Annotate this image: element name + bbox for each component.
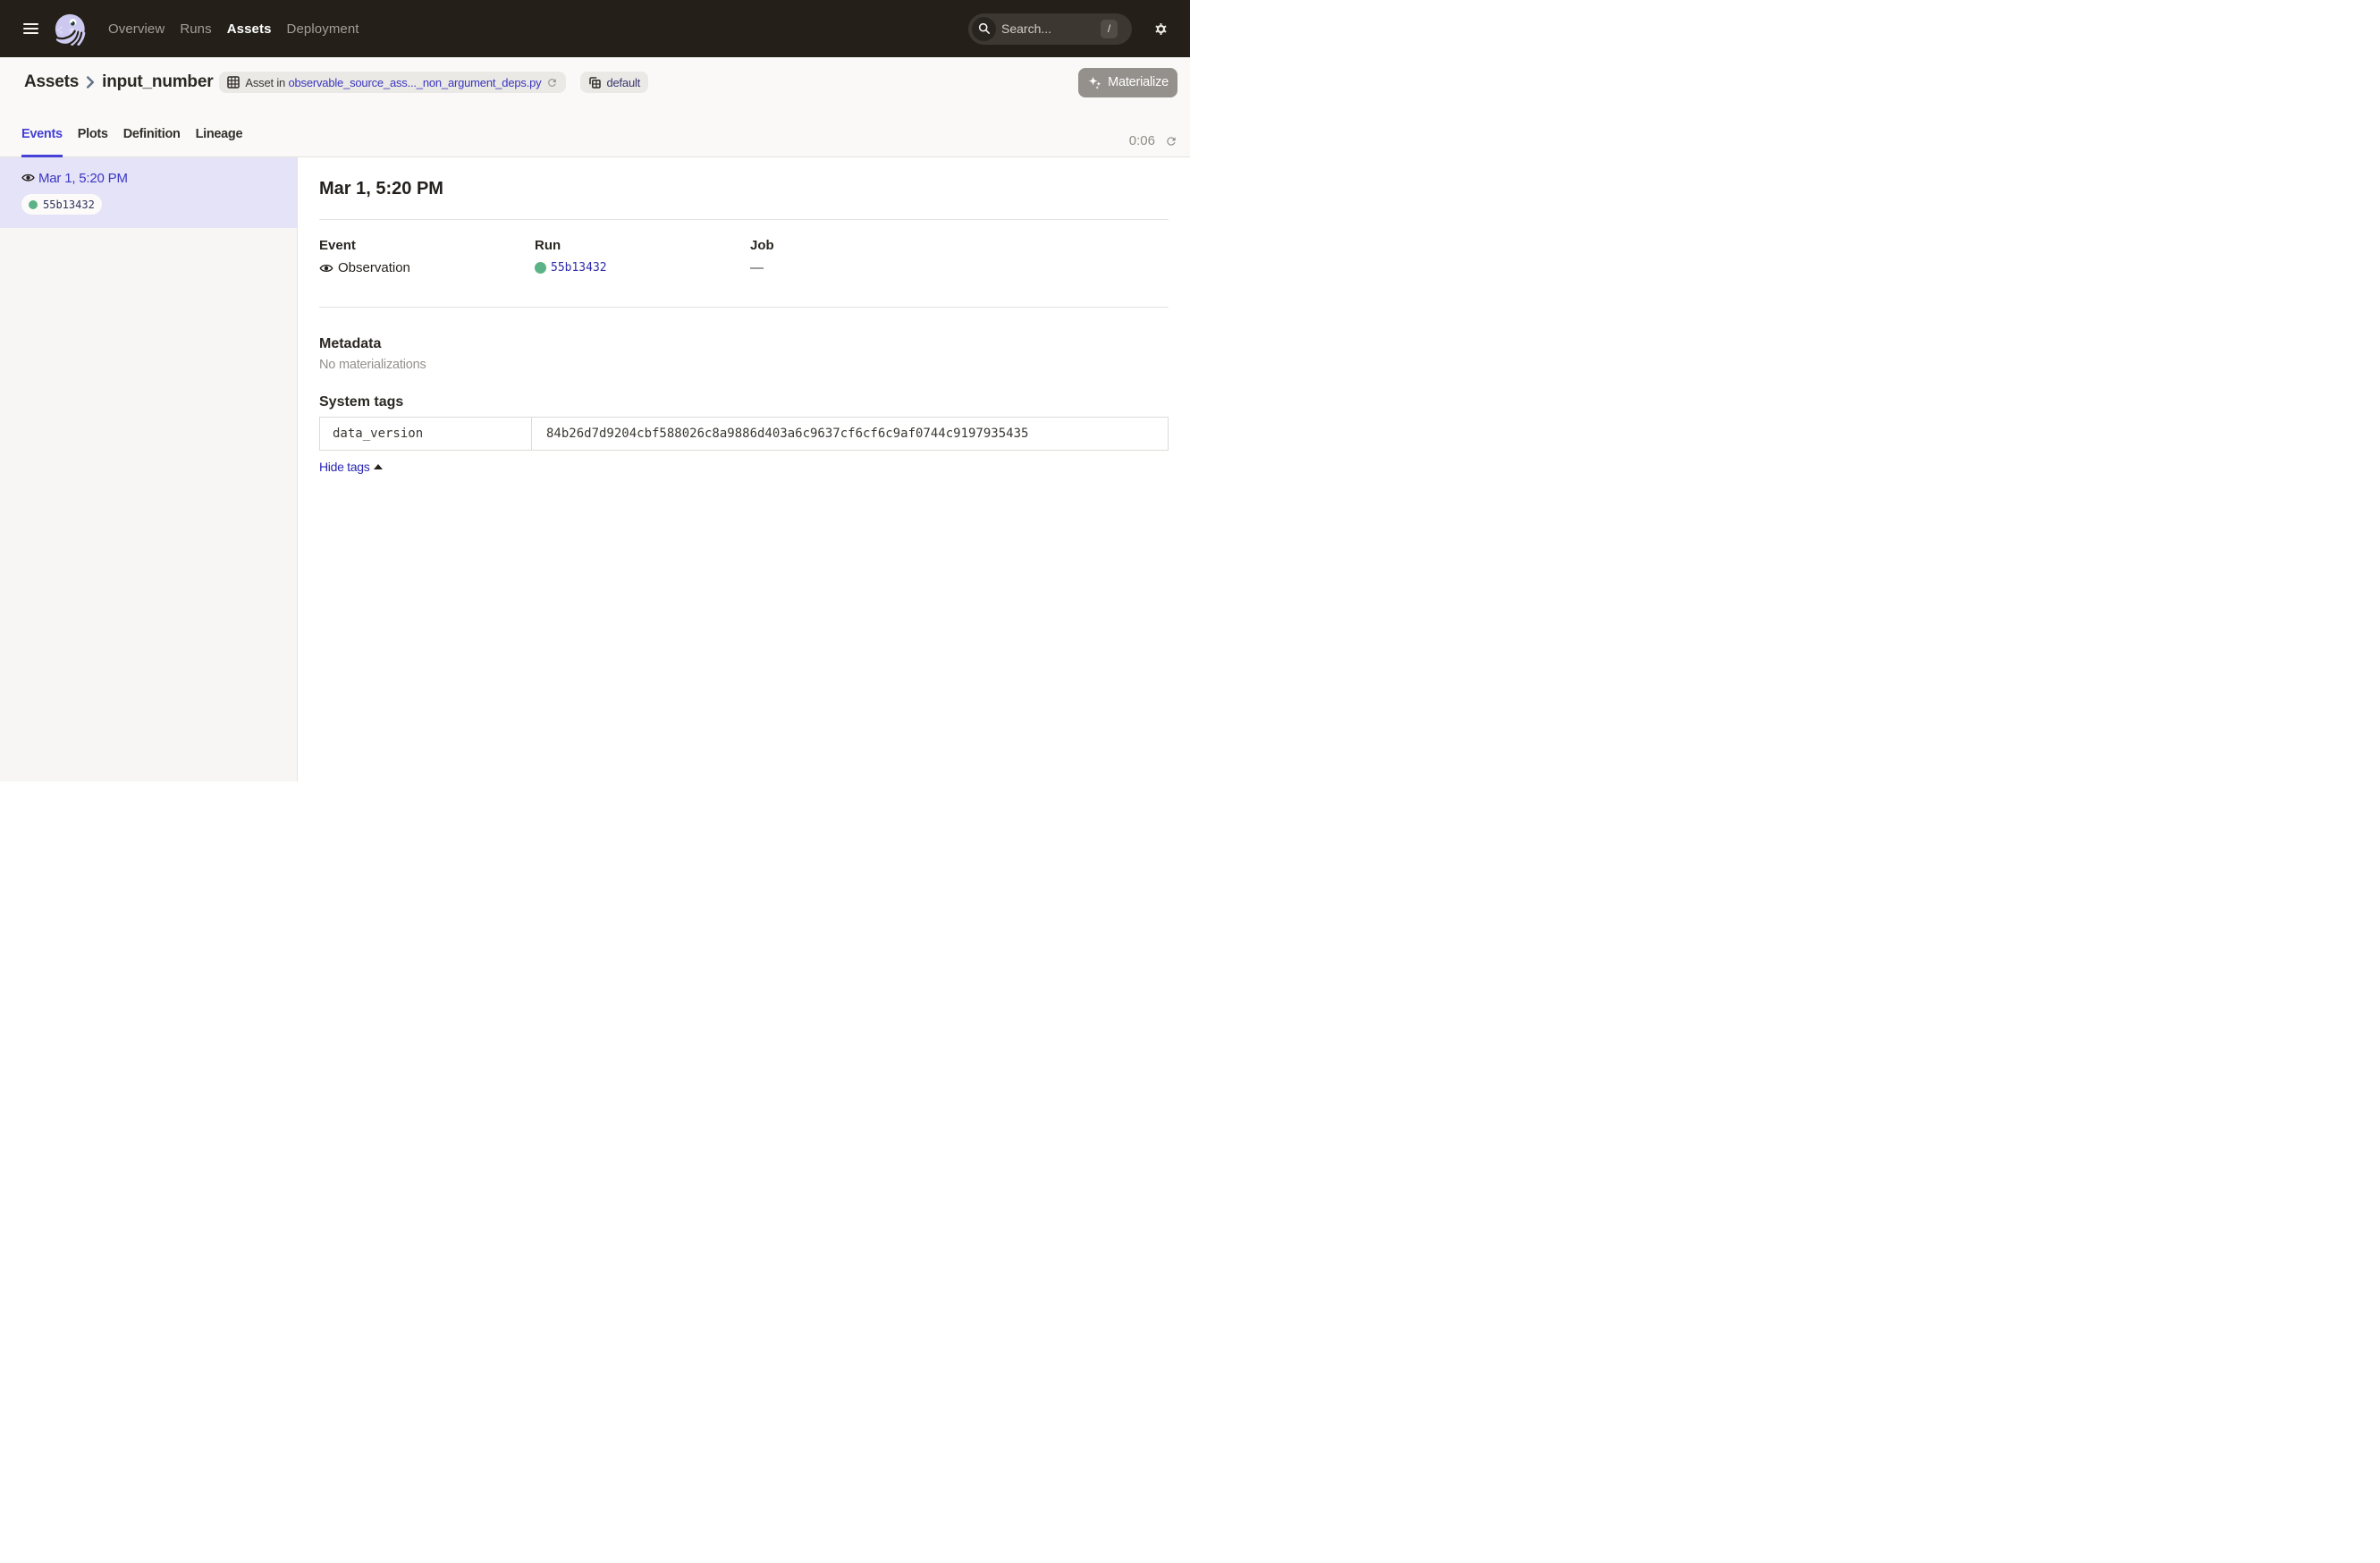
group-chip-label: default [606,76,640,89]
tab-events[interactable]: Events [21,126,63,157]
search-shortcut-key: / [1101,20,1118,38]
stacked-tables-icon [588,76,601,89]
nav-item-runs[interactable]: Runs [180,21,211,37]
nav-links: Overview Runs Assets Deployment [108,21,359,37]
run-id-text: 55b13432 [43,199,95,211]
breadcrumb-assets-link[interactable]: Assets [24,72,79,92]
observation-eye-icon [21,173,35,183]
job-column-label: Job [750,238,966,254]
page-header: Assets input_number Asset in observable_… [0,57,1190,157]
refresh-button[interactable] [1165,135,1177,148]
tag-value-cell: 84b26d7d9204cbf588026c8a9886d403a6c9637c… [532,418,1168,450]
breadcrumb: Assets input_number Asset in observable_… [24,57,1177,107]
group-chip[interactable]: default [580,72,648,93]
event-detail-title: Mar 1, 5:20 PM [319,179,1169,199]
metadata-empty-text: No materializations [319,357,1169,374]
run-status-dot [535,262,546,274]
event-type-value: Observation [338,259,410,276]
tab-lineage[interactable]: Lineage [196,126,243,157]
run-column-label: Run [535,238,750,254]
materialize-button[interactable]: Materialize [1078,68,1177,97]
nav-item-deployment[interactable]: Deployment [287,21,359,37]
tab-definition[interactable]: Definition [123,126,181,157]
system-tags-heading: System tags [319,393,1169,410]
event-timestamp-link[interactable]: Mar 1, 5:20 PM [38,171,128,186]
breadcrumb-chevron-icon [86,76,95,89]
top-nav: Overview Runs Assets Deployment Search..… [0,0,1190,57]
search-input[interactable]: Search... / [968,13,1132,45]
run-id-link[interactable]: 55b13432 [551,259,607,276]
refresh-control: 0:06 [1129,133,1177,148]
job-empty-value: — [750,259,764,276]
asset-definition-chip: Asset in observable_source_ass..._non_ar… [219,72,566,93]
hide-tags-link[interactable]: Hide tags [319,460,383,474]
asset-file-link[interactable]: observable_source_ass..._non_argument_de… [288,76,541,89]
tab-plots[interactable]: Plots [78,126,108,157]
hamburger-menu-button[interactable] [14,13,46,45]
sparkles-icon [1087,75,1102,90]
event-list-item-selected[interactable]: Mar 1, 5:20 PM 55b13432 [0,157,297,228]
event-column-label: Event [319,238,535,254]
event-detail-panel: Mar 1, 5:20 PM Event Observation Run 55b… [298,157,1190,782]
nav-item-assets[interactable]: Assets [227,21,272,37]
materialize-label: Materialize [1108,75,1169,89]
divider [319,219,1169,220]
tag-key-cell: data_version [320,418,532,450]
event-list-sidebar: Mar 1, 5:20 PM 55b13432 [0,157,298,782]
asset-chip-prefix: Asset in [245,76,285,89]
event-summary-row: Event Observation Run 55b13432 Job [319,238,1169,276]
run-id-chip[interactable]: 55b13432 [21,194,102,215]
reload-icon[interactable] [546,77,558,89]
hide-tags-label: Hide tags [319,460,369,474]
system-tags-table: data_version 84b26d7d9204cbf588026c8a988… [319,417,1169,451]
search-icon [972,17,996,41]
observation-eye-icon [319,263,333,274]
dagster-logo[interactable] [53,12,87,46]
tab-bar: Events Plots Definition Lineage [21,126,242,157]
table-icon [227,76,240,89]
settings-button[interactable] [1154,22,1168,36]
refresh-countdown: 0:06 [1129,133,1155,148]
run-status-dot [29,200,38,209]
gear-icon [1154,22,1168,36]
search-placeholder: Search... [1001,21,1051,36]
refresh-icon [1165,135,1177,148]
nav-item-overview[interactable]: Overview [108,21,165,37]
metadata-heading: Metadata [319,335,1169,352]
page-title: input_number [102,72,213,92]
caret-up-icon [374,464,383,469]
divider [319,307,1169,308]
